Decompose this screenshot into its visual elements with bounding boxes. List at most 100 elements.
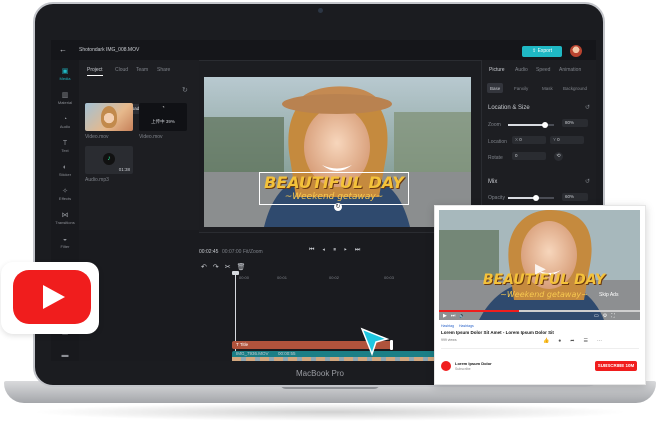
file-name: Shotondark IMG_008.MOV (79, 47, 140, 53)
camera-icon (318, 8, 323, 13)
subtab-background[interactable]: Background (563, 86, 587, 91)
share-icon[interactable]: ➦ (570, 338, 583, 344)
cursor-arrow-icon (360, 327, 390, 357)
reset-icon[interactable]: ↺ (585, 178, 590, 185)
spinner-icon: ◔ (161, 105, 165, 111)
hashtag-link[interactable]: Hashtags (459, 324, 474, 328)
play-small-icon[interactable]: ▶ (443, 313, 451, 319)
like-icon[interactable]: 👍 (543, 338, 558, 344)
rail-label: Transitions (55, 220, 75, 225)
opacity-label: Opacity (488, 195, 505, 201)
subscribe-button[interactable]: SUBSCRIBE 10M (595, 361, 637, 371)
rotate-handle-icon[interactable]: ↻ (334, 203, 342, 211)
opacity-slider[interactable] (508, 195, 554, 201)
filter-icon: ◒ (62, 236, 68, 243)
video-preview[interactable]: BEAUTIFUL DAY ~Weekend getaway~ ↻ (204, 77, 471, 227)
rail-label: Material (57, 100, 73, 105)
player-controls: ▶⏭🔈 (443, 313, 470, 319)
edit-tools: ↶↷✂🗑 (201, 263, 252, 271)
section-title: Location & Size (488, 105, 530, 111)
ruler-label: 00:00 (239, 275, 250, 280)
tab-animation[interactable]: Animation (559, 67, 581, 73)
player-play-icon[interactable]: ▶ (535, 260, 546, 277)
channel-avatar[interactable] (441, 361, 451, 371)
rail-item-transitions[interactable]: ⋈ Transitions (51, 212, 79, 225)
location-label: Location (488, 139, 507, 145)
tab-project[interactable]: Project (87, 67, 103, 76)
dislike-icon[interactable]: ● (558, 338, 570, 344)
more-icon[interactable]: ⋯ (597, 338, 611, 344)
refresh-icon[interactable]: ↻ (182, 86, 188, 94)
settings-icon[interactable]: ⚙ (603, 313, 611, 319)
clip-trim-handle[interactable] (390, 340, 393, 350)
rail-item-effects[interactable]: ✧ Effects (51, 188, 79, 201)
top-bar: ← Shotondark IMG_008.MOV ⇪ Export (51, 40, 596, 61)
skip-forward-icon[interactable]: ⏭ (355, 247, 368, 253)
hashtag-link[interactable]: Hashtag (441, 324, 454, 328)
rail-item-audio[interactable]: ◔ Audio (51, 116, 79, 129)
back-arrow-icon[interactable]: ← (59, 45, 67, 54)
save-icon[interactable]: ☰ (583, 338, 596, 344)
ruler-label: 00:02 (329, 275, 340, 280)
rail-item-filter[interactable]: ◒ Filter (51, 236, 79, 249)
zoom-slider-knob[interactable] (541, 122, 548, 128)
media-thumb-video[interactable] (85, 103, 133, 131)
rail-item-media[interactable]: ▣ Media (51, 68, 79, 81)
pause-icon[interactable]: ⏸ (333, 247, 344, 253)
forward-icon[interactable]: ▸ (344, 247, 355, 253)
youtube-player[interactable]: BEAUTIFUL DAY ~Weekend getaway~ ▶ Skip A… (439, 210, 640, 320)
redo-icon[interactable]: ↷ (213, 264, 225, 271)
subtab-family[interactable]: Fanxily (514, 86, 528, 91)
opacity-slider-fill (508, 197, 536, 199)
subtab-base[interactable]: Base (490, 86, 500, 91)
tab-speed[interactable]: Speed (536, 67, 550, 73)
media-item-name: Video.mov (85, 134, 109, 140)
ruler-label: 00:01 (277, 275, 288, 280)
sticker-icon: ◐ (62, 164, 68, 171)
media-thumb-audio[interactable]: ♪ 01:38 (85, 146, 133, 174)
playhead-handle[interactable] (232, 271, 239, 275)
export-button[interactable]: ⇪ Export (522, 46, 562, 57)
fullscreen-icon[interactable]: ⛶ (611, 313, 619, 319)
avatar[interactable] (570, 45, 582, 57)
location-y-value: 0 (557, 137, 560, 142)
media-thumb-uploading[interactable]: ◔ 上传中 39% (139, 103, 187, 131)
tab-picture[interactable]: Picture (489, 67, 505, 73)
media-panel: Project Cloud Team Share Upload ↻ Video.… (79, 60, 199, 230)
rail-item-material[interactable]: ▥ Material (51, 92, 79, 105)
captions-icon[interactable]: ▭ (594, 313, 603, 319)
location-y-field[interactable]: Y 0 (550, 136, 584, 144)
audio-icon: ◔ (62, 116, 68, 123)
rotate-field[interactable]: 0 (512, 152, 546, 160)
rewind-icon[interactable]: ◂ (322, 247, 333, 253)
channel-name[interactable]: Lorem Ipsum Dolor (455, 361, 492, 366)
youtube-video-card: BEAUTIFUL DAY ~Weekend getaway~ ▶ Skip A… (434, 205, 646, 385)
rail-item-more-4[interactable]: ▬ (51, 352, 79, 360)
opacity-slider-knob[interactable] (532, 195, 539, 201)
rotate-icon[interactable]: ⟲ (554, 152, 563, 161)
rotate-label: Rotate (488, 155, 503, 161)
ruler-label: 00:03 (384, 275, 395, 280)
rail-item-sticker[interactable]: ◐ Sticker (51, 164, 79, 177)
reset-icon[interactable]: ↺ (585, 104, 590, 111)
fit-zoom-label[interactable]: Fit/Zoom (243, 249, 263, 255)
zoom-value-field[interactable]: 80% (562, 119, 588, 127)
player-progress-bar[interactable] (439, 310, 640, 312)
location-x-field[interactable]: X 0 (512, 136, 546, 144)
card-subline: ~Weekend getaway~ (500, 290, 588, 299)
opacity-value-field[interactable]: 60% (562, 193, 588, 201)
split-icon[interactable]: ✂ (225, 264, 237, 271)
zoom-slider[interactable] (508, 122, 554, 128)
undo-icon[interactable]: ↶ (201, 264, 213, 271)
tab-audio[interactable]: Audio (515, 67, 528, 73)
tab-cloud[interactable]: Cloud (115, 67, 128, 73)
tab-team[interactable]: Team (136, 67, 148, 73)
media-item-name: Video.mov (139, 134, 163, 140)
rail-item-text[interactable]: T Text (51, 140, 79, 153)
delete-icon[interactable]: 🗑 (237, 264, 252, 271)
subtab-mask[interactable]: Mask (542, 86, 553, 91)
tab-share[interactable]: Share (157, 67, 170, 73)
volume-icon[interactable]: 🔈 (459, 313, 469, 319)
skip-ads-button[interactable]: Skip Ads (599, 292, 618, 298)
skip-back-icon[interactable]: ⏮ (309, 247, 322, 253)
